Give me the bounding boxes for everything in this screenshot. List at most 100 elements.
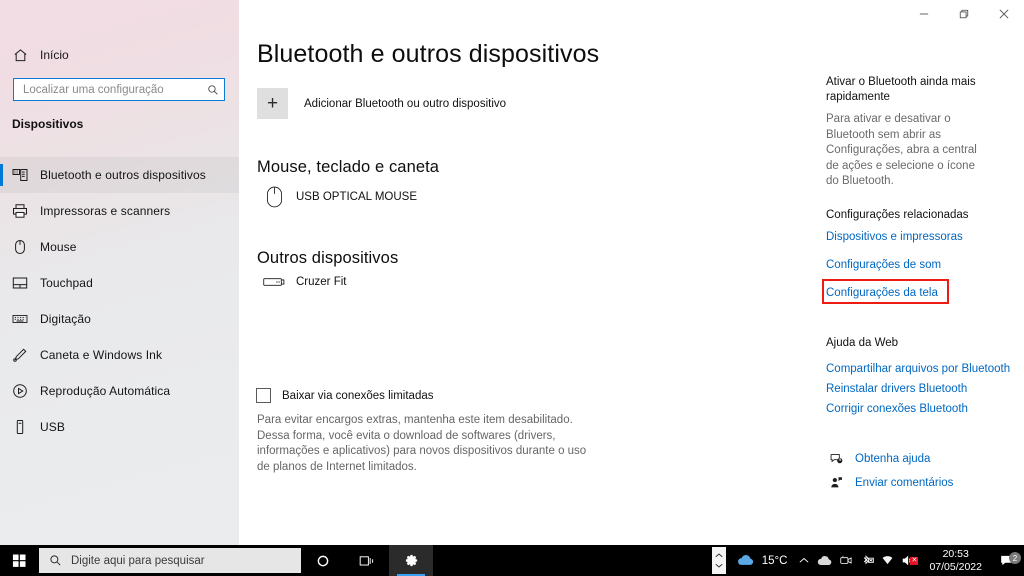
restore-button[interactable] [944, 0, 984, 28]
minimize-button[interactable] [904, 0, 944, 28]
link-devices-printers[interactable]: Dispositivos e impressoras [826, 230, 963, 244]
sidebar-item-typing[interactable]: Digitação [0, 301, 239, 337]
get-help-label: Obtenha ajuda [855, 452, 931, 465]
sidebar-item-pen[interactable]: Caneta e Windows Ink [0, 337, 239, 373]
clock-time: 20:53 [942, 548, 969, 560]
tray-icon-cloud-sync[interactable] [814, 555, 835, 567]
related-settings-title: Configurações relacionadas [826, 209, 969, 221]
taskbar: Digite aqui para pesquisar 15°C ✕ 20:53 … [0, 545, 1024, 576]
task-view-icon [359, 555, 374, 566]
sidebar-label: Impressoras e scanners [40, 204, 171, 218]
settings-sidebar: Início Dispositivos [0, 0, 239, 545]
help-question-icon [825, 452, 847, 465]
add-device-button[interactable]: + Adicionar Bluetooth ou outro dispositi… [257, 88, 506, 119]
device-row-mouse[interactable]: USB OPTICAL MOUSE [256, 186, 417, 208]
screen: Configurações [0, 0, 1024, 576]
active-marker [0, 272, 3, 294]
active-marker [0, 380, 3, 402]
link-fix-bluetooth-connections[interactable]: Corrigir conexões Bluetooth [826, 402, 968, 416]
settings-search-box[interactable] [13, 78, 225, 101]
search-icon [202, 84, 224, 96]
metered-connection-checkbox[interactable] [256, 388, 271, 403]
usb-drive-icon [256, 276, 292, 288]
active-marker [0, 200, 3, 222]
sidebar-label: Digitação [40, 312, 91, 326]
bluetooth-disabled-icon [863, 555, 874, 565]
device-name: Cruzer Fit [296, 276, 347, 288]
sidebar-item-autoplay[interactable]: Reprodução Automática [0, 373, 239, 409]
search-input[interactable] [14, 83, 202, 96]
restore-icon [959, 9, 969, 19]
sidebar-label: Reprodução Automática [40, 384, 171, 398]
tip-body: Para ativar e desativar o Bluetooth sem … [826, 113, 977, 187]
clock-date: 07/05/2022 [929, 560, 982, 573]
active-marker [0, 236, 3, 258]
home-icon [0, 48, 40, 63]
action-center-button[interactable]: 2 [990, 552, 1024, 567]
mouse-icon [0, 239, 40, 255]
chevron-down-icon [715, 563, 723, 568]
link-reinstall-bluetooth-drivers[interactable]: Reinstalar drivers Bluetooth [826, 382, 967, 396]
chevron-up-icon [799, 557, 809, 563]
printer-icon [0, 203, 40, 219]
notification-count-badge: 2 [1009, 552, 1021, 564]
sidebar-item-printers[interactable]: Impressoras e scanners [0, 193, 239, 229]
device-row-cruzer[interactable]: Cruzer Fit [256, 276, 346, 288]
tray-icon-volume-muted[interactable]: ✕ [898, 555, 919, 566]
close-button[interactable] [984, 0, 1024, 28]
active-marker [0, 164, 3, 186]
sidebar-label: Mouse [40, 240, 77, 254]
active-marker [0, 308, 3, 330]
web-help-title: Ajuda da Web [826, 337, 899, 349]
link-share-files-bluetooth[interactable]: Compartilhar arquivos por Bluetooth [826, 362, 1010, 376]
add-device-label: Adicionar Bluetooth ou outro dispositivo [304, 97, 507, 110]
metered-connection-label: Baixar via conexões limitadas [282, 389, 434, 402]
send-feedback-link[interactable]: Enviar comentários [825, 476, 953, 489]
tip-title: Ativar o Bluetooth ainda mais rapidament… [826, 76, 976, 103]
tray-scroll-arrows[interactable] [711, 547, 726, 574]
right-info-panel: Ativar o Bluetooth ainda mais rapidament… [809, 28, 1024, 545]
taskbar-settings-button[interactable] [389, 545, 433, 576]
cortana-button[interactable] [301, 545, 345, 576]
pen-icon [0, 347, 40, 363]
sidebar-item-bluetooth[interactable]: Bluetooth e outros dispositivos [0, 157, 239, 193]
window-controls [904, 0, 1024, 28]
sidebar-group-title: Dispositivos [12, 117, 84, 131]
weather-widget[interactable]: 15°C [730, 554, 794, 567]
cortana-circle-icon [317, 555, 329, 566]
link-sound-settings[interactable]: Configurações de som [826, 258, 941, 272]
sidebar-label: Bluetooth e outros dispositivos [40, 168, 206, 182]
metered-connection-description: Para evitar encargos extras, mantenha es… [257, 414, 587, 473]
sidebar-item-home[interactable]: Início [0, 44, 239, 66]
tray-overflow-button[interactable] [793, 557, 814, 564]
chevron-up-icon [715, 553, 723, 558]
sidebar-label: Touchpad [40, 276, 93, 290]
wifi-icon [883, 556, 893, 565]
gear-icon [405, 554, 417, 567]
sidebar-item-mouse[interactable]: Mouse [0, 229, 239, 265]
sidebar-item-touchpad[interactable]: Touchpad [0, 265, 239, 301]
clock[interactable]: 20:53 07/05/2022 [919, 548, 990, 573]
metered-connection-checkbox-row[interactable]: Baixar via conexões limitadas [256, 388, 434, 403]
taskbar-search-box[interactable]: Digite aqui para pesquisar [39, 548, 301, 573]
sidebar-nav-list: Bluetooth e outros dispositivos Impresso… [0, 157, 239, 445]
sidebar-item-usb[interactable]: USB [0, 409, 239, 445]
minimize-icon [919, 13, 929, 15]
system-tray: 15°C ✕ 20:53 07/05/2022 2 [711, 545, 1024, 576]
tray-icon-wifi[interactable] [877, 555, 898, 566]
page-title: Bluetooth e outros dispositivos [257, 40, 600, 68]
send-feedback-label: Enviar comentários [855, 476, 954, 489]
muted-badge: ✕ [910, 557, 919, 565]
taskbar-search-placeholder: Digite aqui para pesquisar [71, 554, 205, 567]
sidebar-label: Caneta e Windows Ink [40, 348, 163, 362]
start-button[interactable] [0, 545, 38, 576]
usb-icon [0, 419, 40, 435]
tray-icon-bluetooth-disabled[interactable] [856, 555, 877, 566]
get-help-link[interactable]: Obtenha ajuda [825, 452, 930, 465]
tray-icon-camera[interactable] [835, 555, 856, 566]
task-view-button[interactable] [345, 545, 389, 576]
touchpad-icon [0, 275, 40, 291]
keyboard-icon [0, 311, 40, 327]
active-marker [0, 416, 3, 438]
link-display-settings[interactable]: Configurações da tela [826, 286, 938, 300]
